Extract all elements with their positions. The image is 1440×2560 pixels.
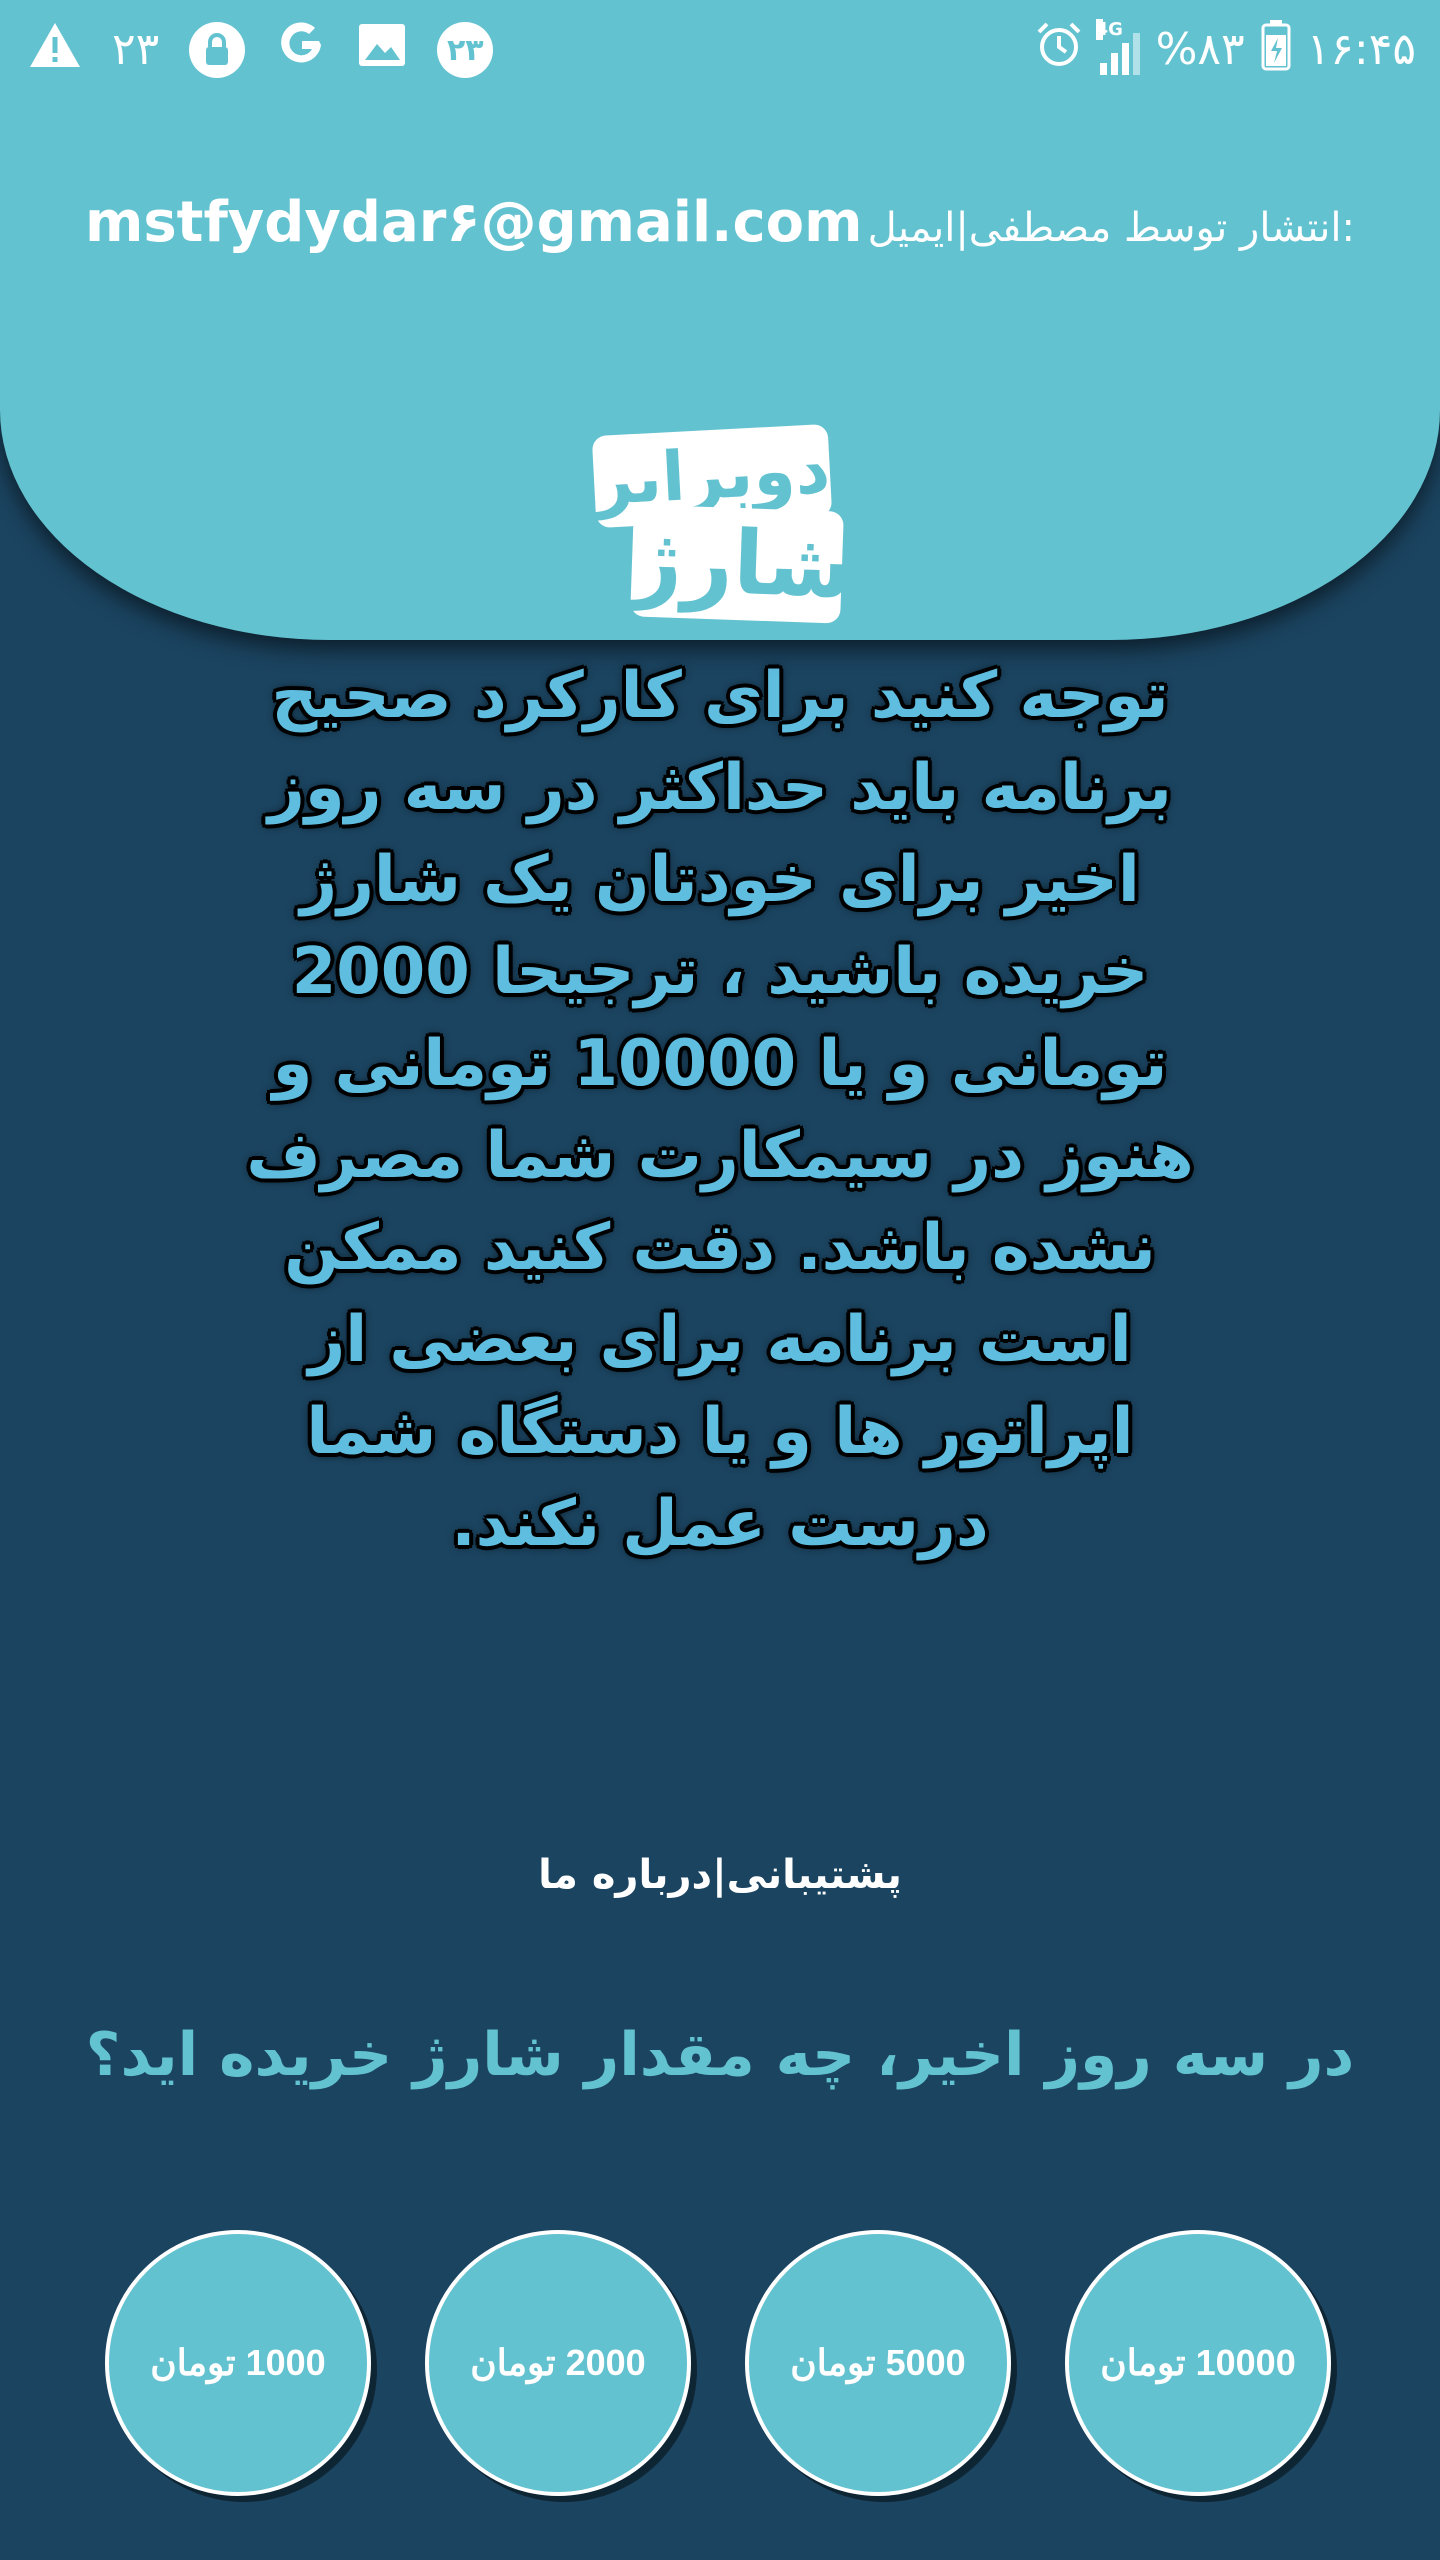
link-separator: | <box>712 1852 727 1898</box>
battery-percent: %۸۳ <box>1155 24 1245 75</box>
amount-5000-button[interactable]: 5000 تومان <box>745 2230 1011 2496</box>
signal-icon: 4G <box>1095 19 1140 75</box>
logo-bottom-text: شارژ <box>630 504 855 624</box>
about-link[interactable]: درباره ما <box>538 1852 712 1898</box>
image-icon <box>357 22 407 79</box>
amount-10000-button[interactable]: 10000 تومان <box>1065 2230 1331 2496</box>
support-links: پشتیبانی|درباره ما <box>0 1852 1440 1898</box>
network-type: 4G <box>1095 19 1123 40</box>
amount-1000-button[interactable]: 1000 تومان <box>105 2230 371 2496</box>
amount-2000-button[interactable]: 2000 تومان <box>425 2230 691 2496</box>
publisher-label: انتشار توسط مصطفی|ایمیل: <box>867 205 1355 251</box>
app-logo: دوبرابر شارژ <box>588 420 855 624</box>
support-link[interactable]: پشتیبانی <box>727 1852 902 1898</box>
google-icon <box>275 19 327 82</box>
clock: ۱۶:۴۵ <box>1306 24 1416 75</box>
alarm-icon <box>1034 20 1084 81</box>
status-bar-right: 4G %۸۳ ۱۶:۴۵ <box>1034 18 1416 82</box>
publisher-info: mstfydydar۶@gmail.com انتشار توسط مصطفی|… <box>0 190 1440 255</box>
status-bar-left: ۲۳ ۲۳ <box>28 18 494 82</box>
status-bar: ۲۳ ۲۳ 4G %۸۳ ۱۶:۴۵ <box>0 0 1440 100</box>
amount-options: 10000 تومان 5000 تومان 2000 تومان 1000 ت… <box>105 2230 1345 2500</box>
notice-text: توجه کنید برای کارکرد صحیح برنامه باید ح… <box>246 659 1194 1561</box>
battery-icon <box>1261 19 1291 82</box>
app-header: ۲۳ ۲۳ 4G %۸۳ ۱۶:۴۵ mstfydydar۶@gmail.com… <box>0 0 1440 640</box>
question-title: در سه روز اخیر، چه مقدار شارژ خریده اید؟ <box>85 2020 1355 2090</box>
email-address[interactable]: mstfydydar۶@gmail.com <box>85 190 863 255</box>
warning-icon <box>28 20 82 81</box>
app-badge: ۲۳ <box>437 22 494 78</box>
notification-count: ۲۳ <box>112 24 160 75</box>
lock-icon <box>189 22 246 78</box>
